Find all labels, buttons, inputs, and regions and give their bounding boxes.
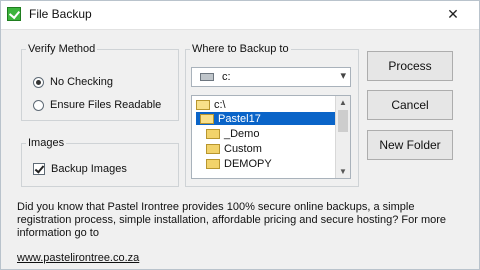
radio-no-checking[interactable]: No Checking <box>33 74 113 90</box>
folder-label: c:\ <box>214 98 226 111</box>
folder-item-demopy[interactable]: DEMOPY <box>206 157 272 170</box>
folder-item-root[interactable]: c:\ <box>196 98 226 111</box>
radio-selected-icon[interactable] <box>33 76 44 88</box>
info-message: Did you know that Pastel Irontree provid… <box>17 201 447 239</box>
where-to-backup-legend: Where to Backup to <box>192 43 289 55</box>
cancel-button[interactable]: Cancel <box>367 90 453 120</box>
scroll-thumb[interactable] <box>338 110 348 132</box>
folder-item-demo[interactable]: _Demo <box>206 127 259 140</box>
radio-no-checking-label: No Checking <box>50 76 113 88</box>
drive-value: c: <box>222 71 231 83</box>
scroll-up-arrow-icon[interactable]: ▲ <box>336 96 350 109</box>
radio-ensure-files-readable-label: Ensure Files Readable <box>50 99 162 111</box>
folder-item-custom[interactable]: Custom <box>206 142 262 155</box>
open-folder-icon <box>196 99 210 110</box>
chevron-down-icon[interactable]: ▾ <box>340 69 346 82</box>
window-title: File Backup <box>29 7 92 21</box>
images-legend: Images <box>28 137 65 149</box>
radio-unselected-icon[interactable] <box>33 99 44 111</box>
backup-images-label: Backup Images <box>51 163 127 175</box>
new-folder-button[interactable]: New Folder <box>367 130 453 160</box>
scroll-down-arrow-icon[interactable]: ▼ <box>336 165 350 178</box>
title-bar: File Backup ✕ <box>1 1 479 30</box>
drive-select[interactable]: c: ▾ <box>191 67 351 87</box>
backup-app-icon <box>7 7 21 21</box>
drive-icon <box>200 73 214 81</box>
open-folder-icon <box>200 113 214 124</box>
folder-list-scrollbar[interactable]: ▲ ▼ <box>335 96 350 178</box>
backup-images-checkbox[interactable] <box>33 163 45 175</box>
folder-tree-list[interactable]: c:\ Pastel17 _Demo Custom DEMOPY ▲ ▼ <box>191 95 351 179</box>
verify-method-legend: Verify Method <box>28 43 96 55</box>
folder-icon <box>206 158 220 169</box>
process-button[interactable]: Process <box>367 51 453 81</box>
folder-item-pastel17[interactable]: Pastel17 <box>196 112 336 125</box>
close-icon[interactable]: ✕ <box>441 3 465 25</box>
folder-label: DEMOPY <box>224 157 272 170</box>
folder-label: Pastel17 <box>218 112 261 125</box>
backup-images-checkbox-row[interactable]: Backup Images <box>33 161 127 177</box>
folder-label: _Demo <box>224 127 260 140</box>
website-link[interactable]: www.pastelirontree.co.za <box>17 252 139 264</box>
radio-ensure-files-readable[interactable]: Ensure Files Readable <box>33 97 161 113</box>
folder-icon <box>206 128 220 139</box>
folder-icon <box>206 143 220 154</box>
file-backup-window: File Backup ✕ Verify Method No Checking … <box>0 0 480 270</box>
folder-label: Custom <box>224 142 262 155</box>
